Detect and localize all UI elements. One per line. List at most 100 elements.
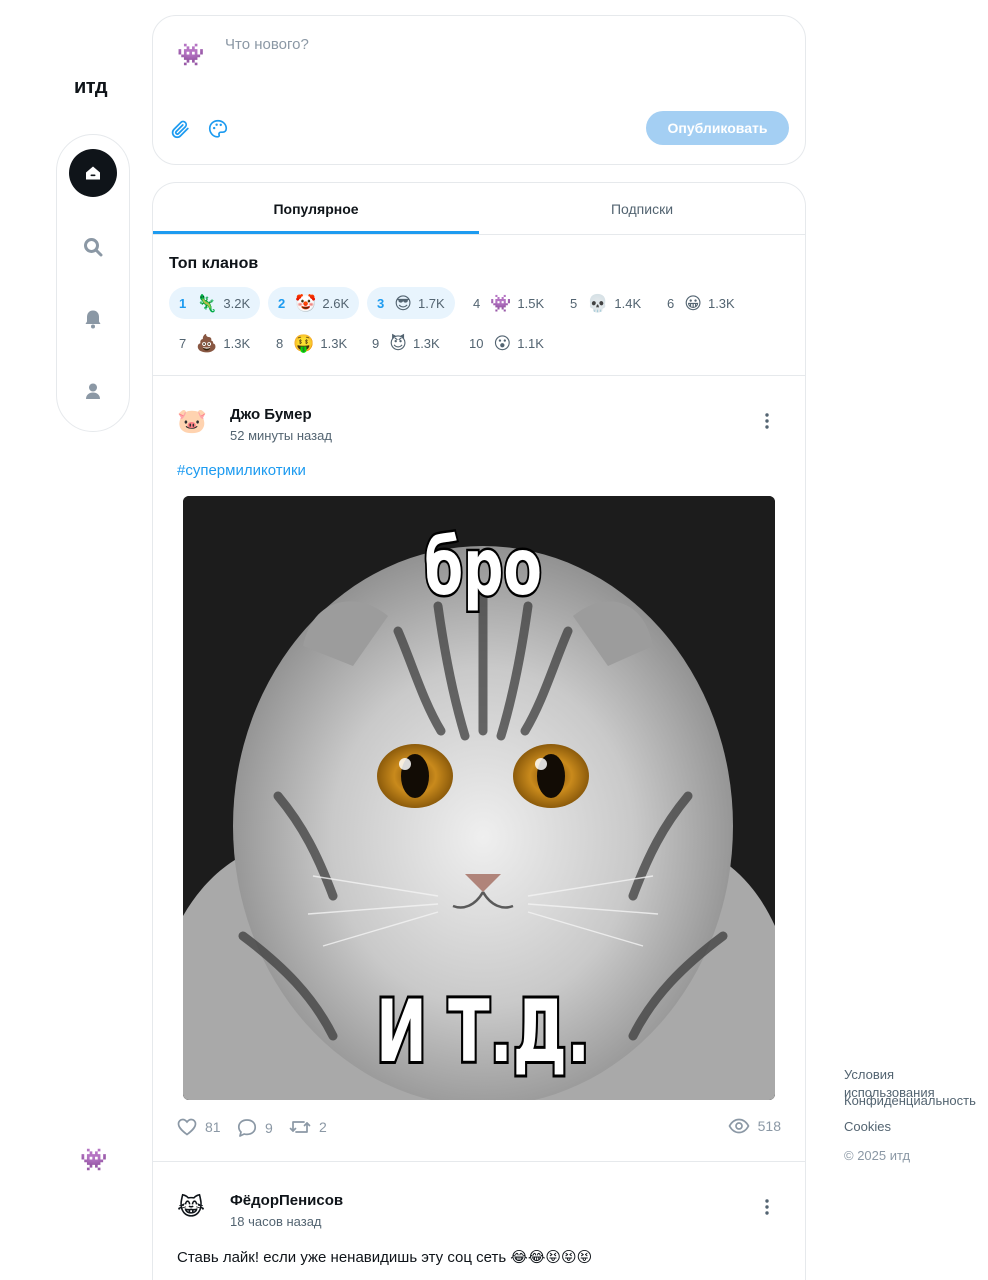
clan-rank: 2 (278, 295, 286, 311)
clan-count: 1.3K (223, 335, 251, 351)
post-composer: 👾 Опубликовать (152, 15, 806, 165)
nav-search[interactable] (69, 223, 117, 271)
more-vertical-icon (765, 1199, 769, 1215)
privacy-link[interactable]: Конфиденциальность (844, 1092, 988, 1118)
comment-icon (237, 1119, 257, 1137)
clan-count: 3.2K (223, 295, 251, 311)
active-tab-indicator (153, 231, 479, 234)
clan-emoji: 😮 (493, 333, 512, 353)
like-count: 81 (205, 1119, 221, 1135)
app-logo[interactable]: итд (74, 76, 108, 99)
terms-link[interactable]: Условия использования (844, 1066, 988, 1100)
attach-button[interactable] (165, 114, 195, 144)
main-nav (56, 134, 130, 432)
palette-icon (208, 119, 228, 138)
current-user-avatar[interactable]: 👾 (80, 1149, 107, 1171)
clan-rank: 8 (276, 335, 284, 351)
clan-rank: 1 (179, 295, 187, 311)
post-avatar[interactable]: 😹 (177, 1196, 205, 1220)
clan-count: 1.3K (412, 335, 440, 351)
clan-item[interactable]: 7 💩 1.3K (169, 327, 260, 359)
cookies-link[interactable]: Cookies (844, 1118, 988, 1144)
search-icon (84, 238, 103, 257)
composer-input[interactable] (225, 36, 765, 96)
home-icon (86, 166, 100, 180)
clan-item[interactable]: 4 👾 1.5K (463, 287, 554, 319)
clan-rank: 5 (570, 295, 578, 311)
clan-item[interactable]: 8 🤑 1.3K (266, 327, 357, 359)
post-hashtag[interactable]: #супермиликотики (177, 462, 306, 479)
tab-popular[interactable]: Популярное (153, 183, 479, 235)
tab-following[interactable]: Подписки (479, 183, 805, 235)
post-time: 18 часов назад (230, 1214, 322, 1229)
clan-count: 1.5K (517, 295, 545, 311)
clan-rank: 10 (469, 335, 484, 351)
clan-rank: 3 (377, 295, 385, 311)
like-button[interactable]: 81 (177, 1118, 221, 1136)
cat-photo: бро И Т.Д. (183, 496, 775, 1100)
clan-item[interactable]: 10 😮 1.1K (459, 327, 554, 359)
clan-rank: 6 (667, 295, 675, 311)
nav-profile[interactable] (69, 367, 117, 415)
clan-count: 1.3K (707, 295, 735, 311)
clan-emoji: 😎 (394, 293, 412, 313)
clan-emoji: 🦎 (196, 293, 218, 313)
clan-item[interactable]: 9 😈 1.3K (362, 327, 450, 359)
post-card: 😹 ФёдорПенисов 18 часов назад Ставь лайк… (153, 1162, 805, 1280)
repost-button[interactable]: 2 (289, 1118, 327, 1136)
heart-icon (177, 1118, 197, 1136)
user-icon (86, 383, 100, 399)
post-author[interactable]: Джо Бумер (230, 406, 312, 423)
clan-emoji: 💩 (196, 333, 218, 353)
paperclip-icon (171, 120, 189, 139)
nav-notifications[interactable] (69, 295, 117, 343)
post-menu-button[interactable] (757, 1197, 777, 1217)
publish-button[interactable]: Опубликовать (646, 111, 789, 145)
bell-icon (85, 310, 101, 329)
post-card: 🐷 Джо Бумер 52 минуты назад #супермилико… (153, 376, 805, 1162)
feed-tabs: Популярное Подписки (153, 183, 805, 235)
clan-emoji: 😈 (389, 333, 407, 353)
composer-avatar: 👾 (177, 42, 205, 67)
clan-emoji: 👾 (490, 293, 512, 313)
copyright: © 2025 итд (844, 1148, 911, 1163)
clan-rank: 9 (372, 335, 380, 351)
clan-item[interactable]: 1 🦎 3.2K (169, 287, 261, 319)
comment-button[interactable]: 9 (237, 1118, 273, 1138)
site-footer: Условия использования Конфиденциальность… (844, 1066, 988, 1163)
clan-rank: 7 (179, 335, 187, 351)
clan-count: 1.3K (320, 335, 348, 351)
clan-emoji: 🤡 (295, 293, 317, 313)
view-count: 518 (757, 1118, 781, 1134)
post-time: 52 минуты назад (230, 428, 332, 443)
clans-title: Топ кланов (169, 255, 259, 272)
post-text: Ставь лайк! если уже ненавидишь эту соц … (177, 1249, 593, 1266)
post-author[interactable]: ФёдорПенисов (230, 1192, 343, 1209)
meme-top-caption: бро (424, 523, 542, 613)
top-clans: Топ кланов 1 🦎 3.2K 2 🤡 2.6K 3 😎 1.7K 4 … (153, 235, 805, 376)
clan-count: 2.6K (322, 295, 350, 311)
comment-count: 9 (265, 1120, 273, 1136)
clan-count: 1.4K (614, 295, 642, 311)
nav-home[interactable] (69, 149, 117, 197)
post-image[interactable]: бро И Т.Д. (183, 496, 775, 1100)
clan-rank: 4 (473, 295, 481, 311)
clan-emoji: 🤑 (293, 333, 315, 353)
theme-button[interactable] (203, 114, 233, 144)
clan-item[interactable]: 2 🤡 2.6K (268, 287, 360, 319)
meme-bottom-caption: И Т.Д. (376, 982, 590, 1082)
post-avatar[interactable]: 🐷 (177, 410, 207, 434)
clan-item[interactable]: 6 😀 1.3K (657, 287, 745, 319)
clan-emoji: 💀 (587, 293, 609, 313)
repost-icon (289, 1121, 311, 1133)
clan-count: 1.7K (417, 295, 445, 311)
post-menu-button[interactable] (757, 411, 777, 431)
clan-emoji: 😀 (684, 293, 702, 313)
clan-count: 1.1K (517, 335, 544, 351)
feed: Популярное Подписки Топ кланов 1 🦎 3.2K … (152, 182, 806, 1280)
eye-icon (728, 1118, 750, 1134)
clan-item[interactable]: 3 😎 1.7K (367, 287, 455, 319)
clan-item[interactable]: 5 💀 1.4K (560, 287, 651, 319)
more-vertical-icon (765, 413, 769, 429)
views-counter: 518 (728, 1118, 781, 1134)
